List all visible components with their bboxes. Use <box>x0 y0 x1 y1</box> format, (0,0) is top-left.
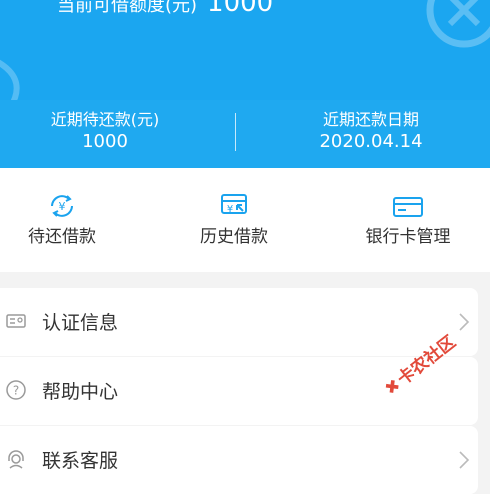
available-credit-value: 1000 <box>207 0 274 18</box>
customer-service-icon <box>8 450 24 469</box>
menu-item-customer-service[interactable]: 联系客服 <box>0 426 478 494</box>
svg-text:¥: ¥ <box>59 200 66 213</box>
due-amount: 近期待还款(元) 1000 <box>10 110 200 154</box>
menu-item-verification[interactable]: 认证信息 <box>0 288 478 356</box>
svg-text:?: ? <box>13 384 19 398</box>
bank-card-button[interactable]: 银行卡管理 <box>358 193 458 247</box>
loan-history-button[interactable]: ¥ 历史借款 <box>192 193 276 247</box>
bank-card-icon <box>393 197 423 217</box>
chevron-right-icon <box>459 313 470 331</box>
quick-actions: ¥ 待还借款 ¥ 历史借款 银行卡管理 <box>0 168 490 272</box>
pending-loans-button[interactable]: ¥ 待还借款 <box>22 193 102 247</box>
bank-card-label: 银行卡管理 <box>365 227 451 247</box>
pending-loans-label: 待还借款 <box>28 227 96 247</box>
chevron-right-icon <box>459 451 470 469</box>
svg-text:¥: ¥ <box>227 204 233 215</box>
menu-item-label: 帮助中心 <box>42 381 119 403</box>
summary-divider <box>235 113 236 151</box>
due-date: 近期还款日期 2020.04.14 <box>276 110 466 154</box>
receipt-history-icon: ¥ <box>221 194 247 215</box>
credit-banner: 当前可借额度(元) 1000 近期待还款(元) 1000 近期还款日期 2020.… <box>0 0 490 168</box>
id-card-icon <box>6 314 26 328</box>
available-credit-label: 当前可借额度(元) <box>57 0 198 16</box>
loan-history-label: 历史借款 <box>200 227 268 247</box>
due-date-label: 近期还款日期 <box>322 110 419 129</box>
due-amount-value: 1000 <box>82 131 128 152</box>
help-icon: ? <box>6 380 26 400</box>
due-amount-label: 近期待还款(元) <box>50 110 160 129</box>
yen-refresh-icon: ¥ <box>51 195 73 217</box>
menu-item-label: 认证信息 <box>42 312 119 334</box>
available-credit: 当前可借额度(元) 1000 <box>57 0 273 18</box>
due-date-value: 2020.04.14 <box>319 131 423 152</box>
yen-circle-decoration-icon <box>426 0 490 48</box>
